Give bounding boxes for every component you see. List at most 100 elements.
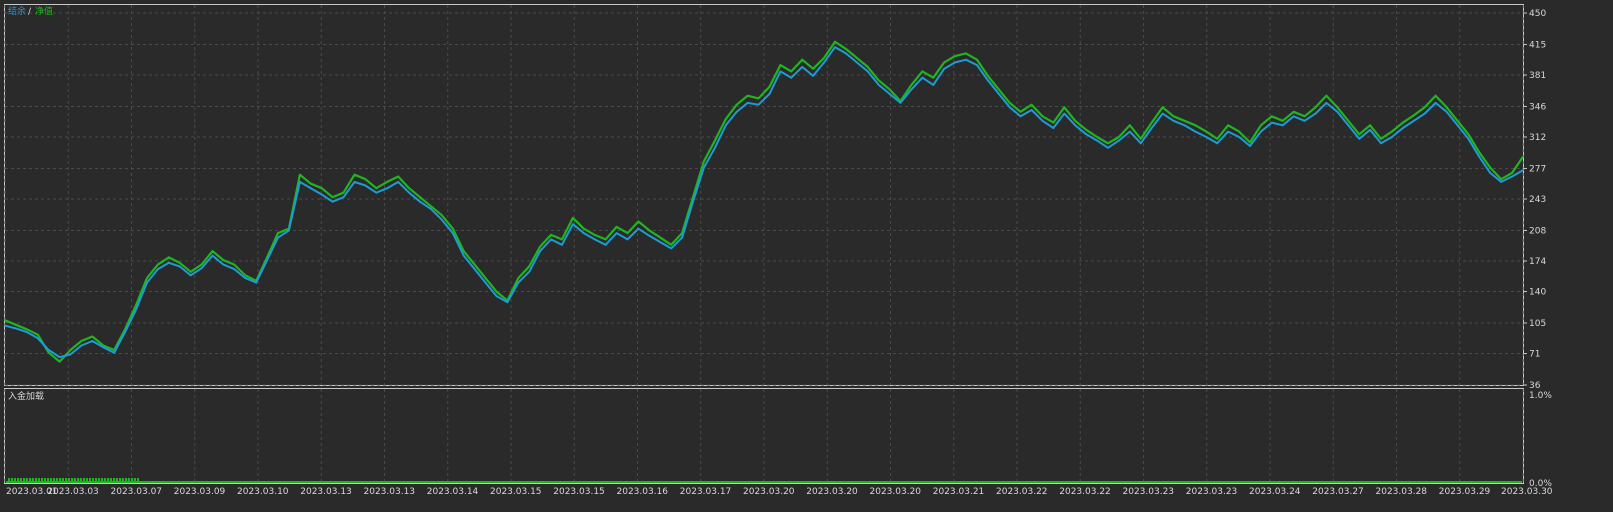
sub-panel-bar	[53, 478, 55, 481]
data-point-equity	[779, 64, 782, 66]
data-point-equity	[1129, 124, 1131, 127]
sub-panel-baseline	[6, 481, 1522, 483]
data-point-balance	[386, 187, 389, 190]
data-point-equity	[877, 79, 880, 82]
data-point-equity	[211, 250, 214, 252]
data-point-equity	[233, 263, 236, 266]
data-point-equity	[539, 245, 541, 248]
data-point-balance	[976, 64, 978, 66]
y-tick-label: 174	[1529, 257, 1546, 267]
data-point-balance	[1183, 124, 1186, 127]
data-point-equity	[845, 48, 847, 50]
data-point-balance	[1216, 142, 1219, 145]
data-point-balance	[506, 301, 509, 304]
data-point-equity	[168, 256, 170, 259]
data-point-balance	[135, 308, 137, 311]
sub-panel-bar	[56, 478, 58, 481]
data-point-equity	[484, 277, 487, 279]
sub-panel-bar	[17, 478, 19, 481]
data-point-equity	[1489, 166, 1492, 169]
data-point-equity	[1194, 124, 1197, 127]
data-point-balance	[1008, 106, 1011, 109]
data-point-equity	[670, 244, 672, 246]
data-point-balance	[572, 223, 574, 225]
data-point-balance	[834, 46, 836, 48]
data-point-equity	[768, 85, 771, 88]
data-point-balance	[1271, 121, 1273, 124]
sub-panel-bar	[116, 478, 118, 481]
legend-equity: 净值	[35, 5, 53, 17]
data-point-balance	[233, 268, 236, 270]
data-point-balance	[866, 70, 869, 73]
data-point-balance	[200, 267, 203, 269]
data-point-equity	[189, 270, 192, 273]
x-tick-label: 2023.03.20	[870, 487, 922, 497]
data-point-balance	[495, 295, 498, 297]
data-point-balance	[1205, 136, 1208, 138]
data-point-balance	[910, 88, 913, 91]
y-tick-label: 450	[1529, 9, 1546, 19]
data-point-equity	[146, 277, 148, 279]
data-point-equity	[69, 349, 72, 351]
data-point-balance	[681, 236, 683, 239]
data-point-equity	[1074, 120, 1077, 122]
data-point-balance	[36, 337, 39, 340]
data-point-balance	[954, 61, 956, 64]
data-point-balance	[1489, 172, 1492, 174]
y-tick-label: 208	[1529, 226, 1546, 236]
data-point-equity	[856, 57, 858, 59]
data-point-balance	[1456, 124, 1459, 127]
data-point-equity	[1260, 124, 1262, 127]
data-point-equity	[1030, 103, 1033, 106]
sub-panel-bar	[101, 478, 103, 481]
sub-panel-bar	[38, 478, 40, 481]
data-point-balance	[692, 200, 694, 203]
data-point-equity	[386, 181, 389, 183]
data-point-balance	[1303, 120, 1306, 122]
data-point-equity	[1281, 120, 1284, 122]
data-point-balance	[211, 254, 214, 257]
data-point-balance	[1423, 112, 1426, 115]
data-point-balance	[26, 331, 28, 333]
data-point-equity	[299, 173, 301, 176]
data-point-balance	[484, 281, 487, 284]
sub-panel-bar	[137, 478, 139, 481]
data-point-balance	[1292, 115, 1295, 118]
data-point-equity	[790, 70, 793, 73]
data-point-equity	[1423, 106, 1426, 109]
data-point-equity	[408, 187, 410, 190]
data-point-balance	[626, 238, 629, 241]
data-point-balance	[397, 181, 399, 183]
data-point-balance	[1139, 142, 1142, 145]
data-point-equity	[320, 187, 323, 190]
data-point-equity	[309, 182, 312, 185]
x-tick-label: 2023.03.10	[237, 487, 289, 497]
data-point-balance	[1063, 112, 1066, 115]
data-point-balance	[157, 268, 159, 270]
data-point-equity	[1412, 114, 1415, 117]
data-point-balance	[757, 103, 760, 106]
data-point-equity	[1052, 121, 1055, 124]
y-tick-label: 243	[1529, 195, 1546, 205]
data-point-equity	[735, 103, 738, 106]
x-tick-label: 2023.03.07	[111, 487, 163, 497]
data-point-balance	[342, 196, 345, 199]
data-point-equity	[615, 226, 618, 228]
sub-panel-bar	[77, 478, 79, 481]
data-point-equity	[375, 187, 378, 190]
data-point-balance	[80, 344, 83, 347]
data-point-balance	[1500, 181, 1502, 183]
data-point-balance	[1391, 136, 1393, 138]
data-point-balance	[877, 84, 880, 86]
y-tick-label: 415	[1529, 40, 1546, 50]
x-tick-label: 2023.03.24	[1249, 487, 1301, 497]
data-point-equity	[517, 277, 520, 279]
data-point-equity	[441, 214, 443, 216]
sub-panel-bar	[119, 478, 121, 481]
data-point-balance	[1150, 127, 1153, 129]
data-point-equity	[714, 139, 716, 142]
data-point-balance	[244, 277, 247, 279]
data-point-balance	[1412, 120, 1415, 122]
data-point-equity	[1139, 137, 1142, 140]
data-point-equity	[1107, 142, 1109, 145]
